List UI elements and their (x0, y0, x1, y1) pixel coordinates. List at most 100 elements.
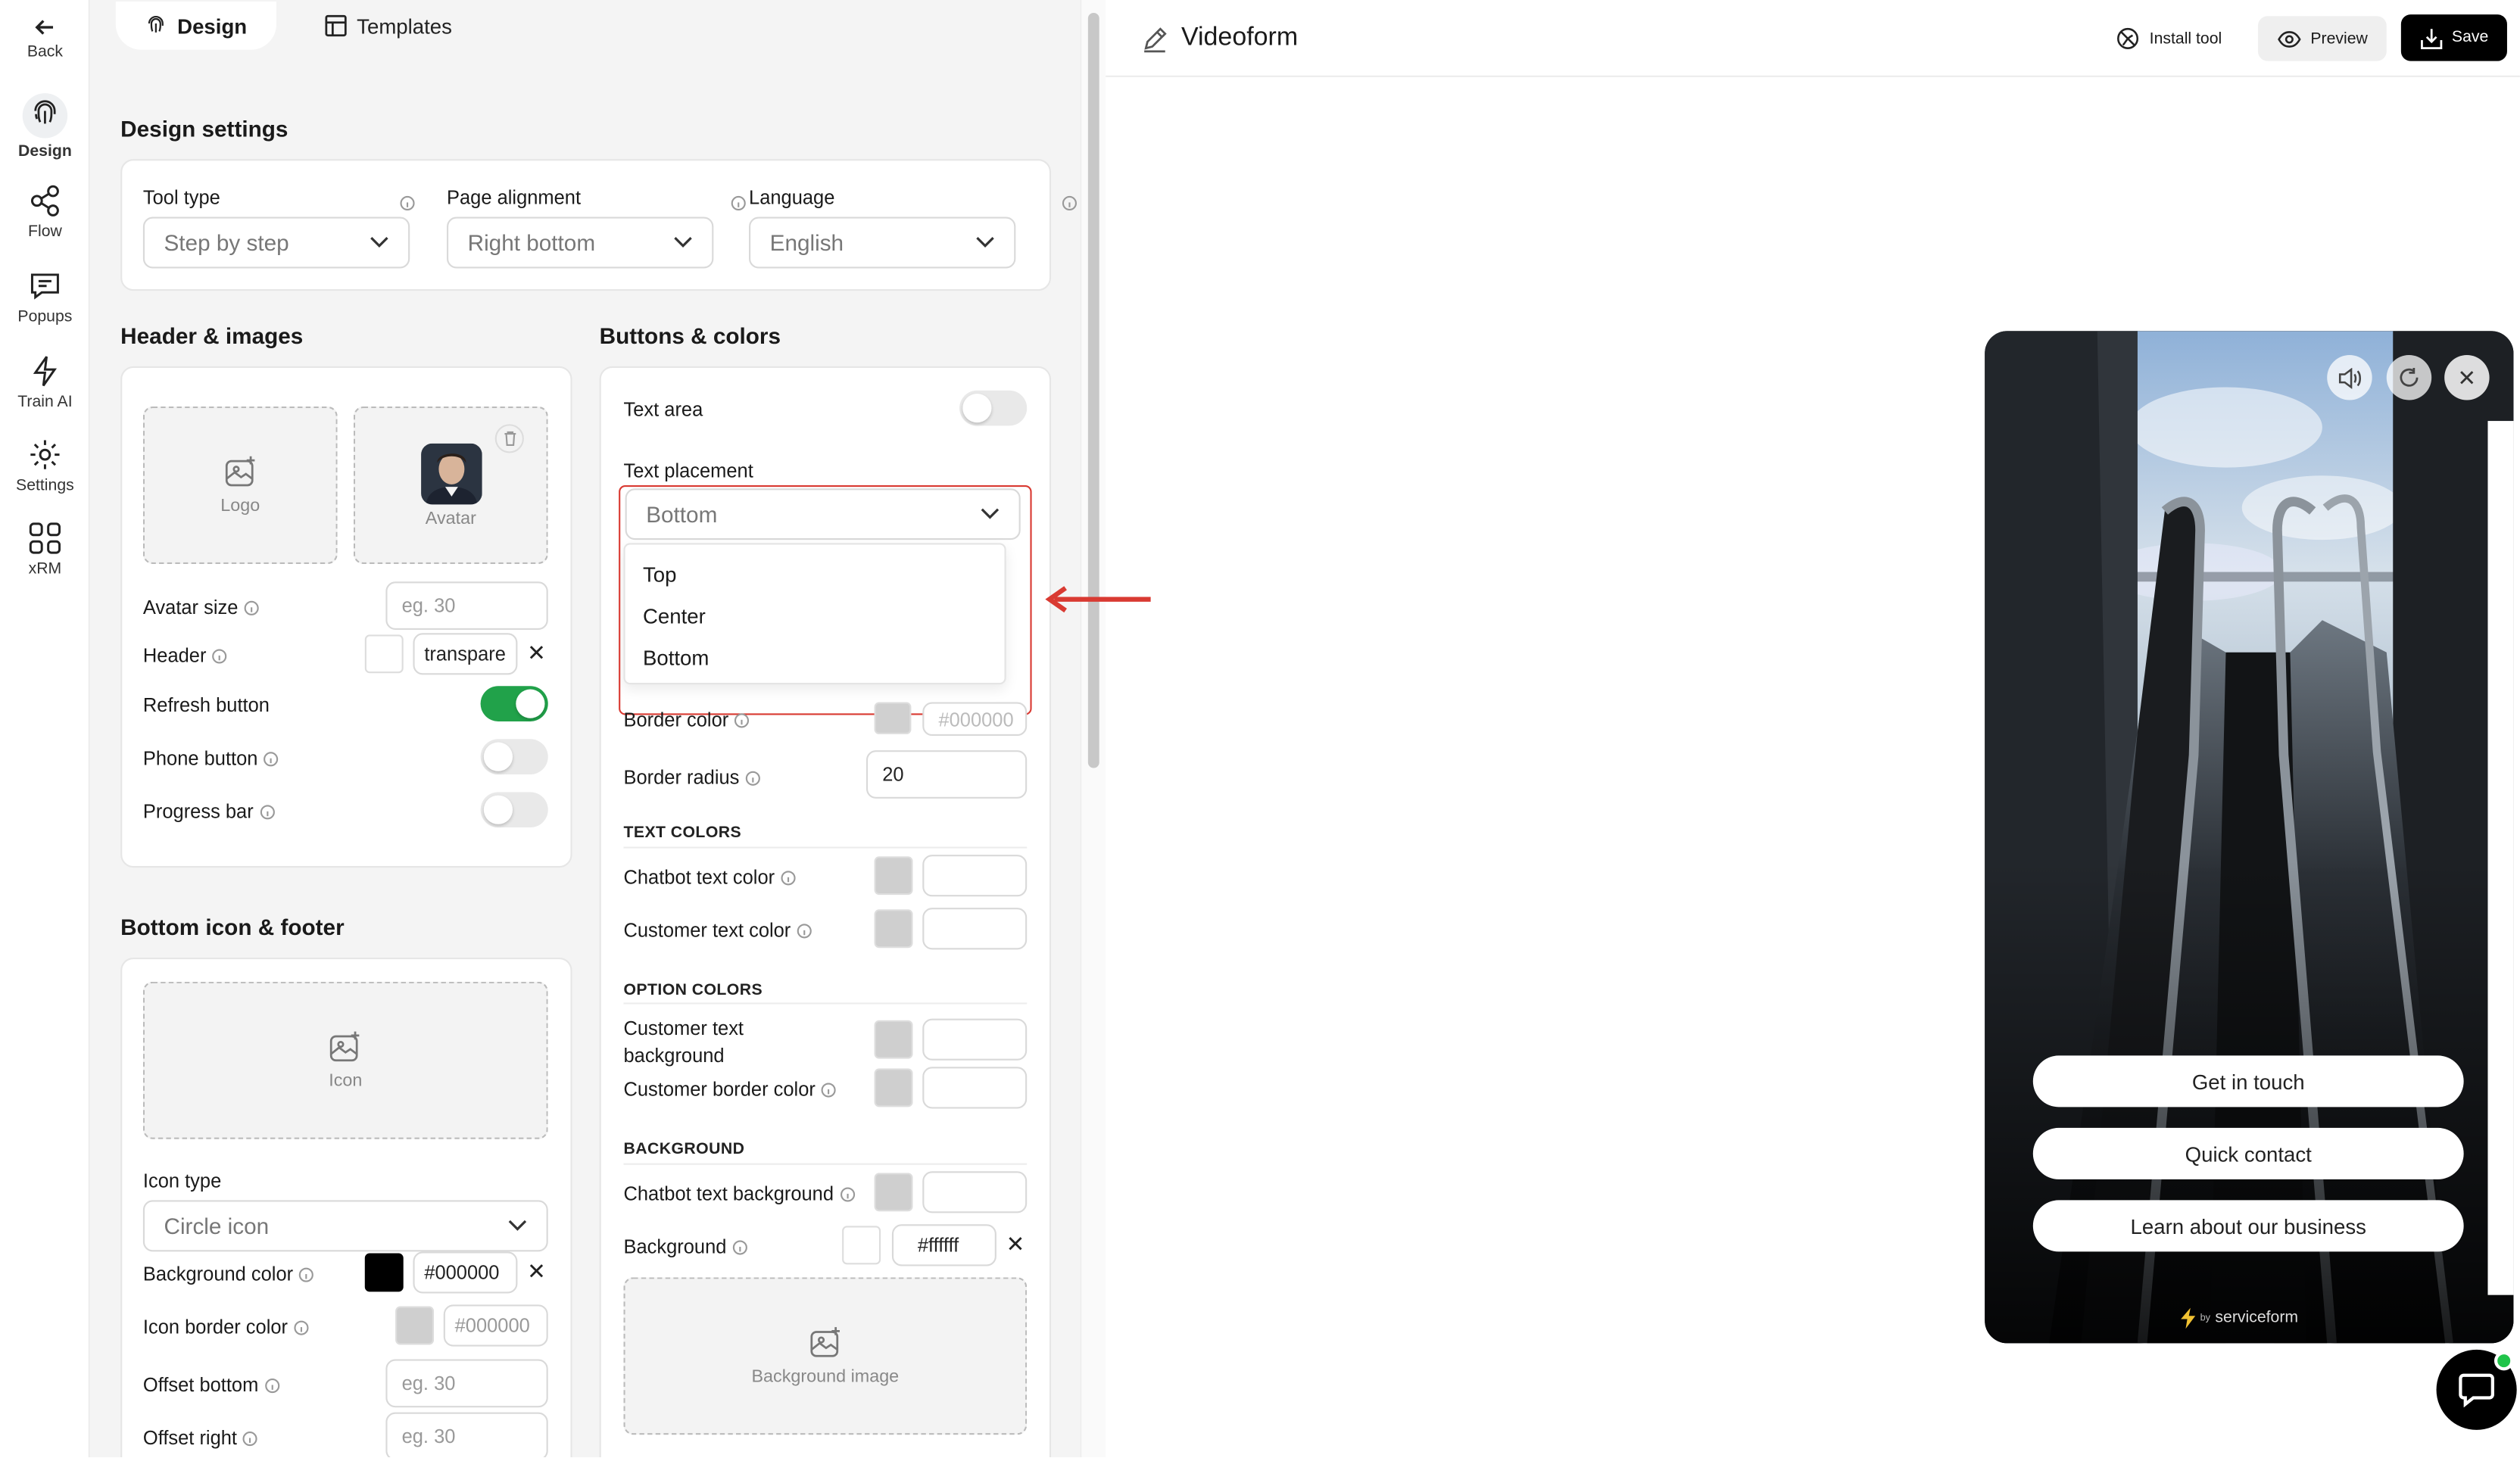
mute-button[interactable] (2327, 355, 2372, 400)
info-icon[interactable] (732, 1241, 748, 1256)
header-color-swatch[interactable] (364, 634, 404, 674)
back-button[interactable]: Back (0, 16, 90, 61)
offset-right-input[interactable]: eg. 30 (385, 1412, 548, 1458)
cta-get-in-touch[interactable]: Get in touch (2032, 1055, 2464, 1108)
info-icon[interactable] (840, 1188, 855, 1203)
info-icon[interactable] (212, 650, 228, 665)
customer-text-background-swatch[interactable] (874, 1020, 913, 1059)
rail-item-flow[interactable]: Flow (0, 183, 90, 241)
icon-type-select[interactable]: Circle icon (142, 1200, 548, 1252)
chevron-down-icon (508, 1220, 527, 1231)
scrollbar-thumb[interactable] (1087, 12, 1099, 768)
rail-item-settings[interactable]: Settings (0, 437, 90, 495)
scrollbar[interactable] (1080, 0, 1106, 1458)
info-icon[interactable] (244, 601, 260, 616)
icon-type-value: Circle icon (164, 1213, 270, 1239)
icon-border-color-input[interactable]: #000000 (443, 1304, 548, 1347)
info-icon[interactable] (264, 752, 279, 768)
rail-label-popups: Popups (17, 308, 73, 326)
text-area-toggle[interactable] (959, 390, 1028, 426)
clear-background-icon[interactable]: ✕ (1006, 1231, 1025, 1258)
progress-bar-label: Progress bar (143, 800, 275, 823)
back-label: Back (27, 43, 64, 61)
avatar-size-text: Avatar size (142, 596, 239, 619)
icon-border-color-text: Icon border color (142, 1316, 288, 1338)
avatar-size-input[interactable]: eg. 30 (385, 581, 548, 630)
background-image-upload[interactable]: Background image (623, 1277, 1028, 1435)
rail-item-popups[interactable]: Popups (0, 268, 90, 326)
phone-button-toggle[interactable] (480, 739, 548, 774)
offset-bottom-input[interactable]: eg. 30 (385, 1359, 548, 1408)
customer-border-color-input[interactable] (922, 1067, 1028, 1109)
chatbot-text-background-swatch[interactable] (874, 1173, 913, 1212)
info-icon[interactable] (299, 1268, 314, 1283)
save-label: Save (2451, 29, 2489, 47)
close-button[interactable]: ✕ (2444, 355, 2490, 400)
info-icon[interactable] (294, 1321, 309, 1336)
customer-border-color-text: Customer border color (623, 1078, 816, 1101)
divider (623, 1163, 1028, 1165)
tab-design[interactable]: Design (115, 2, 277, 50)
icon-border-color-swatch[interactable] (395, 1306, 435, 1345)
info-icon[interactable] (243, 1432, 258, 1447)
arrow-left-icon (35, 20, 54, 35)
border-color-swatch[interactable] (874, 702, 912, 734)
background-color-swatch[interactable] (364, 1253, 404, 1292)
pencil-icon[interactable] (1141, 26, 1168, 53)
rail-item-train-ai[interactable]: Train AI (0, 354, 90, 411)
background-color-input[interactable]: #000000 (413, 1251, 518, 1294)
info-icon[interactable] (745, 771, 760, 787)
customer-text-color-input[interactable] (922, 908, 1028, 950)
info-icon[interactable] (264, 1379, 279, 1394)
info-icon[interactable] (781, 871, 796, 886)
customer-text-background-input[interactable] (922, 1018, 1028, 1061)
tab-templates[interactable]: Templates (325, 11, 452, 40)
header-color-input[interactable]: transpare (413, 633, 518, 675)
refresh-button-toggle[interactable] (480, 686, 548, 721)
icon-upload[interactable]: Icon (142, 981, 548, 1139)
nav-rail: Back Design Flow Popups Train AI Setting… (0, 0, 90, 1458)
option-colors-heading: OPTION COLORS (623, 981, 763, 1000)
preview-button[interactable]: Preview (2257, 16, 2387, 61)
tool-type-select[interactable]: Step by step (142, 217, 410, 269)
chatbot-text-color-swatch[interactable] (874, 856, 913, 896)
info-icon[interactable] (822, 1083, 837, 1098)
background-swatch[interactable] (842, 1226, 881, 1265)
border-radius-input[interactable]: 20 (865, 750, 1028, 799)
refresh-button[interactable] (2386, 355, 2432, 400)
clear-background-color-icon[interactable]: ✕ (527, 1258, 546, 1285)
rail-item-design[interactable]: Design (0, 93, 90, 160)
info-icon[interactable] (734, 714, 750, 729)
tab-templates-label: Templates (357, 14, 452, 38)
language-select[interactable]: English (749, 217, 1016, 269)
delete-avatar-button[interactable] (494, 424, 524, 453)
info-icon[interactable] (797, 924, 812, 939)
progress-bar-toggle[interactable] (480, 792, 548, 828)
toggle-knob (483, 795, 513, 824)
brand-prefix: by (2200, 1313, 2211, 1323)
video-preview[interactable]: ✕ by serviceform (1985, 331, 2514, 1344)
share-icon (30, 185, 59, 217)
border-color-input[interactable]: #000000 (922, 702, 1028, 737)
logo-upload[interactable]: Logo (142, 406, 338, 564)
save-button[interactable]: Save (2400, 14, 2507, 61)
globe-icon (2118, 27, 2140, 49)
eye-icon (2277, 30, 2300, 47)
customer-border-color-swatch[interactable] (874, 1068, 913, 1108)
form-title[interactable]: Videoform (1181, 24, 1298, 53)
install-tool-button[interactable]: Install tool (2105, 16, 2234, 61)
chatbot-text-color-input[interactable] (922, 855, 1028, 897)
powered-by[interactable]: by serviceform (2181, 1307, 2299, 1329)
brand-name: serviceform (2215, 1309, 2299, 1328)
info-icon[interactable] (1062, 196, 1077, 211)
avatar-upload-label: Avatar (425, 508, 476, 528)
clear-header-color-icon[interactable]: ✕ (527, 640, 546, 667)
chatbot-text-background-input[interactable] (922, 1171, 1028, 1213)
cta-learn-about-business[interactable]: Learn about our business (2032, 1200, 2464, 1252)
rail-item-xrm[interactable]: xRM (0, 521, 90, 578)
info-icon[interactable] (260, 805, 275, 821)
page-alignment-select[interactable]: Right bottom (447, 217, 714, 269)
cta-quick-contact[interactable]: Quick contact (2032, 1127, 2464, 1179)
background-input[interactable]: #ffffff (891, 1224, 996, 1266)
customer-text-color-swatch[interactable] (874, 909, 913, 949)
